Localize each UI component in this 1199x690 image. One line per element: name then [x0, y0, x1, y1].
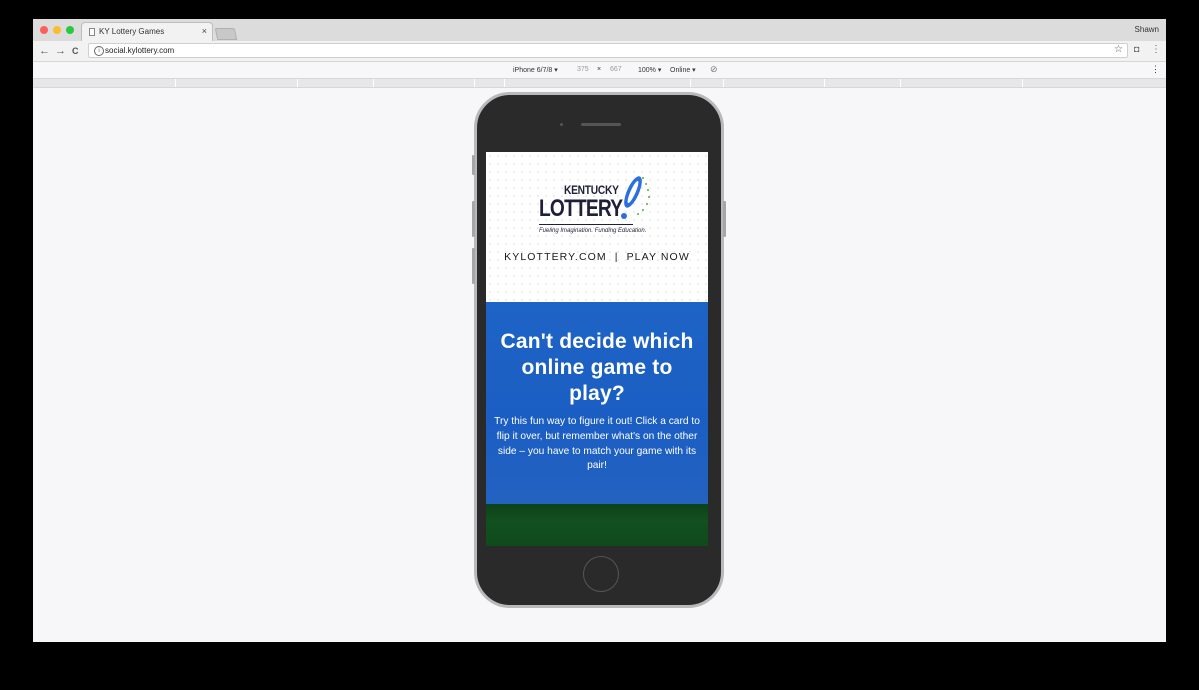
logo-tagline: Fueling Imagination. Funding Education. — [539, 228, 647, 234]
media-query-marker[interactable] — [373, 79, 374, 87]
play-now-link[interactable]: PLAY NOW — [627, 251, 690, 263]
game-board-background — [486, 504, 708, 546]
document-icon — [89, 28, 95, 36]
camera-icon[interactable]: ◘ — [1134, 44, 1139, 54]
home-button — [583, 556, 619, 592]
phone-power-button — [723, 201, 726, 237]
window-controls — [40, 26, 74, 34]
hero-heading: Can't decide which online game to play? — [500, 330, 694, 405]
tab-strip: KY Lottery Games × Shawn — [33, 19, 1166, 41]
browser-menu-icon[interactable]: ⋮ — [1151, 44, 1161, 55]
header-nav: KYLOTTERY.COM | PLAY NOW — [486, 251, 708, 263]
media-query-marker[interactable] — [824, 79, 825, 87]
new-tab-button[interactable] — [214, 28, 238, 40]
info-icon[interactable]: i — [94, 46, 104, 56]
browser-window: KY Lottery Games × Shawn ← → C i social.… — [33, 19, 1166, 642]
media-query-marker[interactable] — [723, 79, 724, 87]
hero-section: Can't decide which online game to play? … — [486, 302, 708, 504]
logo-swoosh-icon — [621, 176, 650, 219]
url-text[interactable]: social.kylottery.com — [105, 46, 174, 55]
media-query-marker[interactable] — [504, 79, 505, 87]
minimize-window-button[interactable] — [53, 26, 61, 34]
phone-speaker — [581, 123, 621, 126]
back-button[interactable]: ← — [39, 44, 50, 58]
tab-kylottery[interactable]: KY Lottery Games × — [81, 22, 213, 41]
viewport-height-input[interactable]: 667 — [610, 66, 622, 73]
nav-separator: | — [614, 251, 619, 263]
device-toolbar: iPhone 6/7/8 ▾ 375 × 667 100% ▾ Online ▾… — [33, 62, 1166, 78]
logo-lottery-text: LOTTERY — [539, 195, 623, 222]
address-bar[interactable]: i social.kylottery.com ☆ — [88, 43, 1128, 58]
media-query-marker[interactable] — [690, 79, 691, 87]
viewport-width-input[interactable]: 375 — [577, 66, 589, 73]
dimension-times: × — [597, 66, 602, 73]
phone-volume-down — [472, 248, 475, 284]
maximize-window-button[interactable] — [66, 26, 74, 34]
media-query-marker[interactable] — [297, 79, 298, 87]
media-query-marker[interactable] — [175, 79, 176, 87]
forward-button[interactable]: → — [55, 44, 66, 58]
close-window-button[interactable] — [40, 26, 48, 34]
page-header: KENTUCKY LOTTERY Fueling Imagination. Fu… — [486, 152, 708, 302]
kentucky-lottery-logo[interactable]: KENTUCKY LOTTERY Fueling Imagination. Fu… — [536, 170, 666, 240]
logo-underline — [539, 224, 633, 225]
zoom-select[interactable]: 100% ▾ — [638, 66, 661, 74]
kylottery-link[interactable]: KYLOTTERY.COM — [504, 251, 607, 263]
close-tab-icon[interactable]: × — [202, 26, 207, 36]
browser-toolbar: ← → C i social.kylottery.com ☆ ◘ ⋮ — [33, 41, 1166, 62]
phone-volume-up — [472, 201, 475, 237]
device-toolbar-menu-icon[interactable]: ⋮ — [1151, 64, 1160, 75]
reload-button[interactable]: C — [72, 44, 79, 58]
media-query-marker[interactable] — [1022, 79, 1023, 87]
phone-camera — [560, 123, 563, 126]
rotate-icon[interactable]: ⊘ — [710, 64, 718, 75]
tab-title: KY Lottery Games — [99, 27, 165, 36]
phone-screen: KENTUCKY LOTTERY Fueling Imagination. Fu… — [486, 152, 708, 546]
media-query-marker[interactable] — [474, 79, 475, 87]
profile-name[interactable]: Shawn — [1135, 25, 1159, 34]
hero-description: Try this fun way to figure it out! Click… — [494, 416, 700, 472]
media-query-marker[interactable] — [900, 79, 901, 87]
network-throttle-select[interactable]: Online ▾ — [670, 66, 696, 74]
media-query-bar[interactable] — [33, 78, 1166, 88]
phone-mute-switch — [472, 155, 475, 175]
device-select[interactable]: iPhone 6/7/8 ▾ — [513, 66, 558, 74]
bookmark-star-icon[interactable]: ☆ — [1114, 44, 1123, 55]
